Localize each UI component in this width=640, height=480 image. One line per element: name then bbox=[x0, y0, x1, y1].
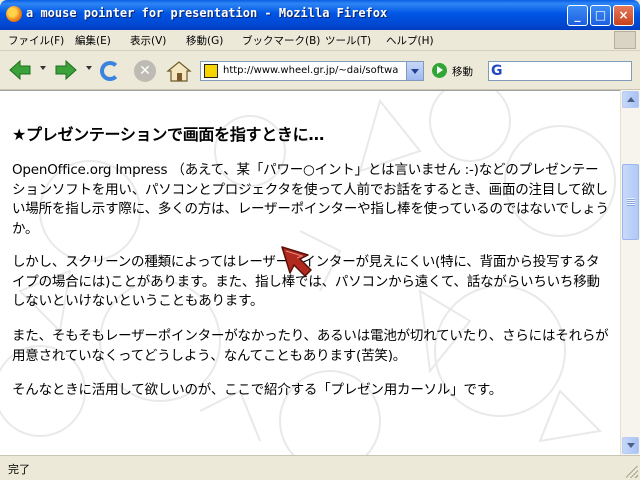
menu-file[interactable]: ファイル(F) bbox=[8, 33, 64, 48]
browser-window: a mouse pointer for presentation - Mozil… bbox=[0, 0, 640, 480]
menu-help[interactable]: ヘルプ(H) bbox=[386, 33, 434, 48]
back-arrow-icon bbox=[9, 59, 31, 81]
throbber-icon bbox=[614, 31, 636, 49]
go-icon[interactable] bbox=[432, 63, 447, 78]
window-title: a mouse pointer for presentation - Mozil… bbox=[26, 6, 388, 20]
reload-icon[interactable] bbox=[100, 61, 120, 81]
menu-go[interactable]: 移動(G) bbox=[186, 33, 223, 48]
paragraph-other: また、そもそもレーザーポインターがなかったり、あるいは電池が切れていたり、さらに… bbox=[12, 328, 609, 364]
paragraph-intro: OpenOffice.org Impress （あえて、某「パワー○イント」とは… bbox=[12, 162, 609, 237]
close-button[interactable]: × bbox=[613, 5, 634, 26]
status-bar: 完了 bbox=[0, 455, 640, 480]
scrollbar-grip bbox=[627, 198, 635, 206]
paragraph-solution: そんなときに活用して欲しいのが、ここで紹介する「プレゼン用カーソル」です。 bbox=[12, 382, 503, 398]
forward-arrow-icon bbox=[55, 59, 77, 81]
scroll-down-button[interactable] bbox=[622, 437, 639, 454]
home-button[interactable] bbox=[166, 59, 192, 83]
minimize-button[interactable]: _ bbox=[567, 5, 588, 26]
maximize-button[interactable]: □ bbox=[590, 5, 611, 26]
vertical-scrollbar[interactable] bbox=[620, 90, 640, 455]
url-input[interactable]: http://www.wheel.gr.jp/~dai/softwa bbox=[223, 65, 403, 76]
site-favicon-icon bbox=[204, 64, 218, 78]
search-engine-icon[interactable]: G bbox=[491, 63, 503, 79]
menu-bar: ファイル(F) 編集(E) 表示(V) 移動(G) ブックマーク(B) ツール(… bbox=[0, 30, 640, 51]
home-icon bbox=[166, 61, 192, 82]
back-button[interactable] bbox=[8, 58, 32, 82]
title-bar[interactable]: a mouse pointer for presentation - Mozil… bbox=[0, 0, 640, 30]
back-history-dropdown[interactable] bbox=[40, 66, 46, 70]
url-history-dropdown[interactable] bbox=[406, 62, 423, 80]
forward-button[interactable] bbox=[54, 58, 78, 82]
menu-edit[interactable]: 編集(E) bbox=[75, 33, 111, 48]
menu-tools[interactable]: ツール(T) bbox=[325, 33, 371, 48]
firefox-icon bbox=[6, 6, 22, 22]
status-text: 完了 bbox=[8, 463, 30, 476]
scrollbar-thumb[interactable] bbox=[622, 164, 639, 240]
stop-icon[interactable]: ✕ bbox=[134, 60, 156, 82]
presentation-cursor-icon bbox=[281, 246, 312, 277]
resize-grip[interactable] bbox=[626, 466, 638, 478]
go-button-label[interactable]: 移動 bbox=[452, 64, 473, 79]
menu-view[interactable]: 表示(V) bbox=[130, 33, 166, 48]
navigation-toolbar: ✕ http://www.wheel.gr.jp/~dai/softwa 移動 … bbox=[0, 51, 640, 90]
search-box[interactable]: G bbox=[488, 61, 632, 81]
page-heading: ★プレゼンテーションで画面を指すときに… bbox=[12, 125, 325, 144]
forward-history-dropdown[interactable] bbox=[86, 66, 92, 70]
scroll-up-button[interactable] bbox=[622, 91, 639, 108]
url-bar[interactable]: http://www.wheel.gr.jp/~dai/softwa bbox=[200, 61, 424, 81]
menu-bookmarks[interactable]: ブックマーク(B) bbox=[242, 33, 320, 48]
